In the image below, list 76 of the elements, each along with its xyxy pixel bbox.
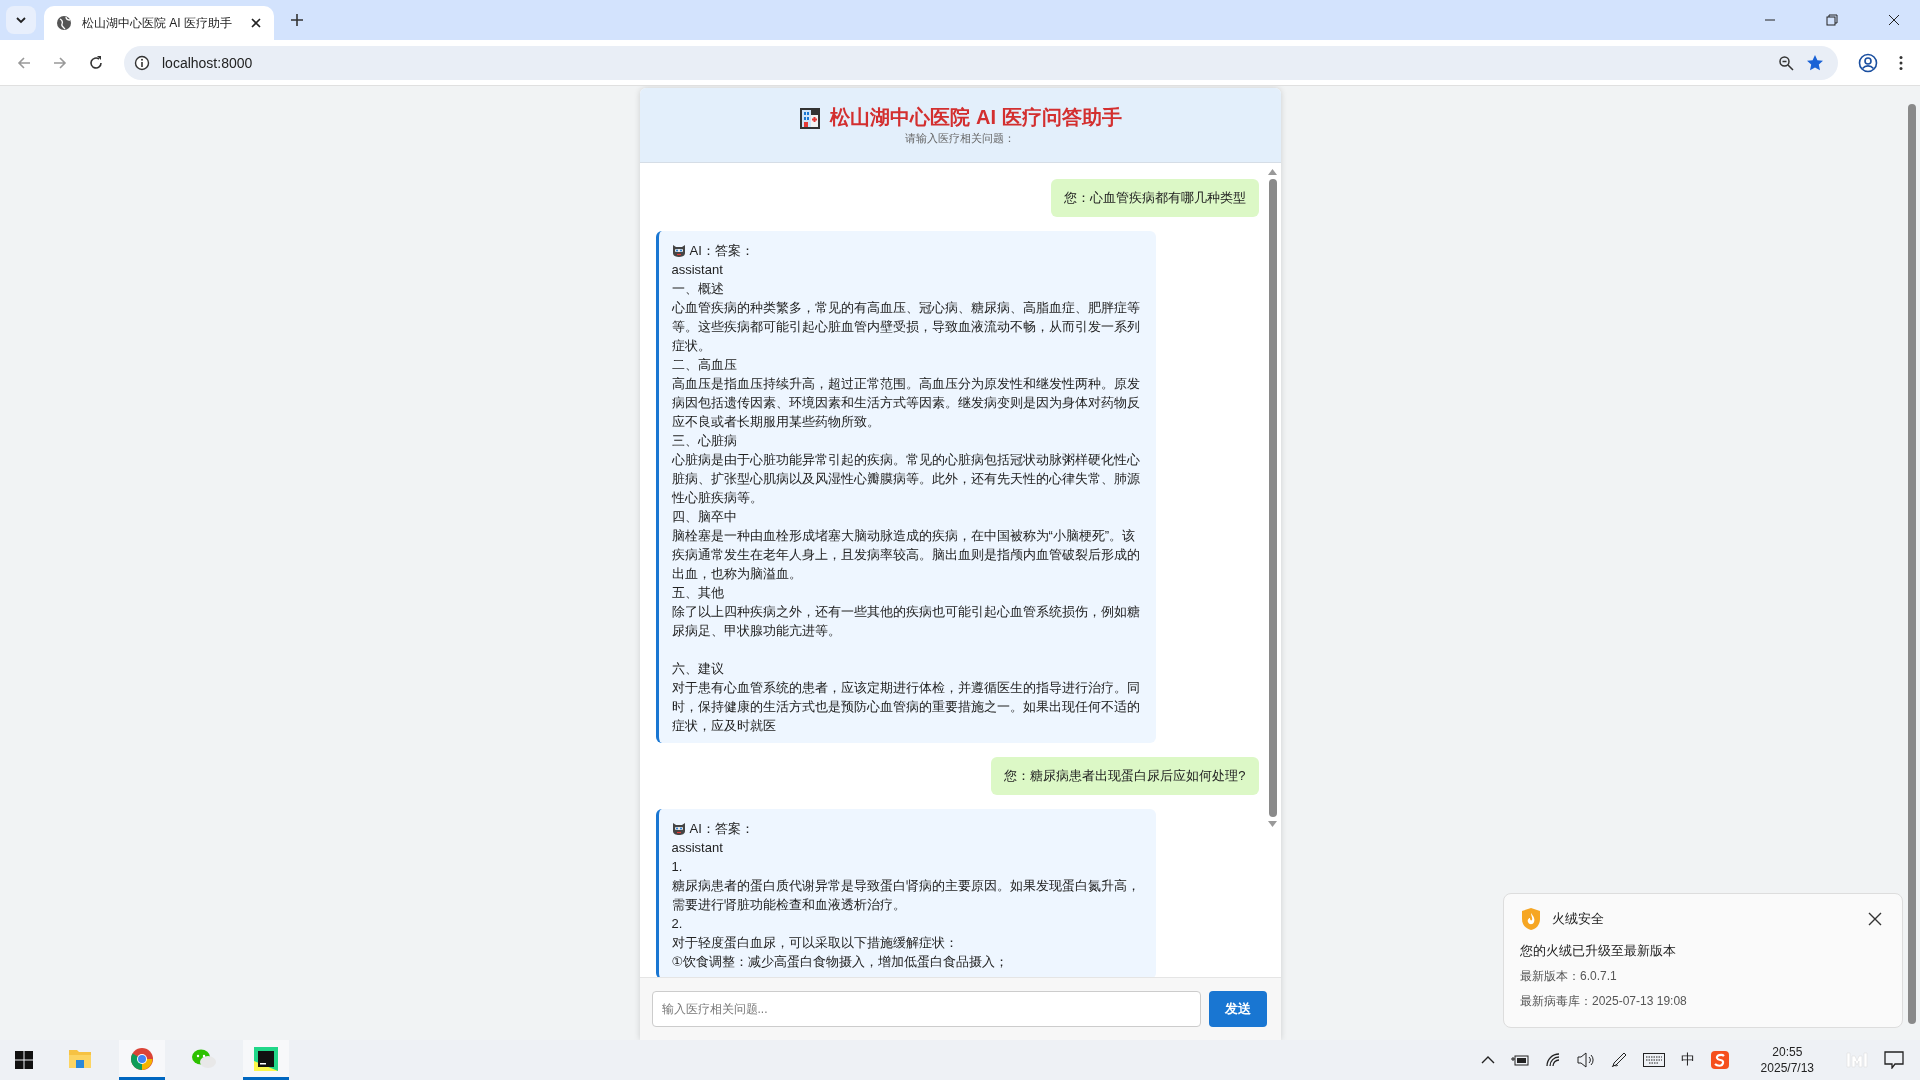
back-icon[interactable] bbox=[16, 54, 32, 71]
forward-icon[interactable] bbox=[52, 54, 68, 71]
tab-title: 松山湖中心医院 AI 医疗助手 bbox=[82, 14, 233, 32]
answer-text: 心血管疾病的种类繁多，常见的有高血压、冠心病、糖尿病、高脂血症、肥胖症等等。这些疾病都可能引起心脏血管内壁受损，导致血液流动不畅，从而引发一系列症状。 bbox=[671, 299, 1141, 355]
answer-text: assistant bbox=[671, 839, 724, 857]
scroll-up-icon[interactable] bbox=[1268, 169, 1277, 175]
answer-text: ①饮食调整：减少高蛋白食物摄入，增加低蛋白食品摄入； bbox=[671, 953, 1010, 971]
clock[interactable]: 20:55 2025/7/13 bbox=[1760, 1044, 1814, 1076]
chat-title: 松山湖中心医院 AI 医疗问答助手 bbox=[830, 105, 1122, 130]
close-icon[interactable] bbox=[1868, 912, 1882, 926]
answer-text: 除了以上四种疾病之外，还有一些其他的疾病也可能引起心血管系统损伤，例如糖尿病足、甲状腺功能亢进等。 bbox=[671, 603, 1141, 640]
volume-icon[interactable] bbox=[1576, 1052, 1595, 1068]
answer-text: assistant bbox=[671, 261, 724, 279]
answer-text: 三、心脏病 bbox=[671, 432, 738, 450]
chevron-up-icon[interactable] bbox=[1480, 1055, 1495, 1065]
user-message: 您：心血管疾病都有哪几种类型 bbox=[1050, 179, 1259, 217]
chrome-icon bbox=[130, 1046, 154, 1071]
new-tab-icon[interactable] bbox=[290, 13, 304, 27]
star-icon[interactable] bbox=[1806, 53, 1824, 72]
close-icon[interactable] bbox=[250, 17, 262, 29]
notification-detail: 最新病毒库：2025-07-13 19:08 bbox=[1520, 993, 1688, 1010]
clock-date: 2025/7/13 bbox=[1760, 1060, 1814, 1076]
question-input[interactable]: 输入医疗相关问题... bbox=[651, 991, 1201, 1027]
input-method-icon[interactable] bbox=[1710, 1051, 1729, 1069]
battery-icon[interactable] bbox=[1510, 1054, 1529, 1066]
send-button[interactable]: 发送 bbox=[1208, 991, 1267, 1027]
profile-icon[interactable] bbox=[1858, 52, 1878, 73]
answer-text: 2. bbox=[671, 915, 684, 933]
pen-icon[interactable] bbox=[1610, 1052, 1627, 1068]
scroll-down-icon[interactable] bbox=[1268, 821, 1277, 827]
ide-icon bbox=[254, 1046, 278, 1071]
input-method-indicator[interactable]: 中 bbox=[1680, 1051, 1695, 1069]
restore-icon[interactable] bbox=[1826, 14, 1838, 26]
address-bar[interactable]: localhost:8000 bbox=[124, 45, 1838, 80]
cat-face-icon bbox=[671, 821, 686, 836]
answer-text: 五、其他 bbox=[671, 584, 725, 602]
browser-tab[interactable]: 松山湖中心医院 AI 医疗助手 bbox=[44, 6, 274, 40]
notification-message: 您的火绒已升级至最新版本 bbox=[1520, 942, 1677, 960]
answer-text: 四、脑卒中 bbox=[671, 508, 738, 526]
info-icon bbox=[134, 54, 150, 71]
user-message: 您：糖尿病患者出现蛋白尿后应如何处理? bbox=[991, 757, 1259, 795]
keyboard-icon[interactable] bbox=[1642, 1053, 1665, 1067]
cat-face-icon bbox=[671, 243, 686, 258]
zoom-icon[interactable] bbox=[1778, 54, 1794, 71]
chat-subtitle: 请输入医疗相关问题： bbox=[905, 131, 1015, 146]
notification-app-name: 火绒安全 bbox=[1552, 910, 1604, 928]
page-scrollbar[interactable] bbox=[1908, 104, 1918, 1024]
notification-center-icon[interactable] bbox=[1884, 1051, 1904, 1069]
close-icon[interactable] bbox=[1888, 14, 1900, 26]
folder-icon bbox=[68, 1047, 92, 1070]
notification-detail: 最新版本：6.0.7.1 bbox=[1520, 968, 1618, 985]
reload-icon[interactable] bbox=[88, 54, 104, 71]
answer-text: 糖尿病患者的蛋白质代谢异常是导致蛋白肾病的主要原因。如果发现蛋白氮升高，需要进行肾脏功能检查和血液透析治疗。 bbox=[671, 877, 1141, 914]
chevron-down-icon bbox=[15, 14, 27, 26]
windows-start-icon[interactable] bbox=[15, 1051, 33, 1069]
hospital-icon bbox=[798, 105, 823, 130]
tab-list-button[interactable] bbox=[6, 6, 36, 34]
answer-text: 对于患有心血管系统的患者，应该定期进行体检，并遵循医生的指导进行治疗。同时，保持健康的生活方式也是预防心血管病的重要措施之一。如果出现任何不适的症状，应及时就医 bbox=[671, 679, 1141, 735]
answer-label: AI：答案： bbox=[689, 242, 754, 260]
globe-icon bbox=[56, 15, 72, 31]
answer-text: 对于轻度蛋白血尿，可以采取以下措施缓解症状： bbox=[671, 934, 959, 952]
clock-time: 20:55 bbox=[1772, 1044, 1803, 1060]
answer-text: 脑栓塞是一种由血栓形成堵塞大脑动脉造成的疾病，在中国被称为“小脑梗死”。该疾病通常发生在老年人身上，且发病率较高。脑出血则是指颅内血管破裂后形成的出血，也称为脑溢血。 bbox=[671, 527, 1141, 583]
answer-text: 1. bbox=[671, 858, 684, 876]
wifi-icon[interactable] bbox=[1544, 1052, 1561, 1068]
chat-bubbles-icon bbox=[191, 1047, 217, 1070]
answer-text: 二、高血压 bbox=[671, 356, 738, 374]
answer-text: 六、建议 bbox=[671, 660, 725, 678]
taskbar-app[interactable] bbox=[243, 1040, 289, 1080]
menu-icon[interactable] bbox=[1898, 54, 1904, 71]
answer-label: AI：答案： bbox=[689, 820, 754, 838]
answer-text: 一、概述 bbox=[671, 280, 725, 298]
url-text: localhost:8000 bbox=[162, 54, 253, 71]
shield-flame-icon bbox=[1520, 907, 1542, 931]
answer-text: 高血压是指血压持续升高，超过正常范围。高血压分为原发性和继发性两种。原发病因包括遗传因素、环境因素和生活方式等因素。继发病变则是因为身体对药物反应不良或者长期服用某些药物所致。 bbox=[671, 375, 1141, 431]
answer-text: 心脏病是由于心脏功能异常引起的疾病。常见的心脏病包括冠状动脉粥样硬化性心脏病、扩张型心肌病以及风湿性心瓣膜病等。此外，还有先天性的心律失常、肺源性心脏疾病等。 bbox=[671, 451, 1141, 507]
